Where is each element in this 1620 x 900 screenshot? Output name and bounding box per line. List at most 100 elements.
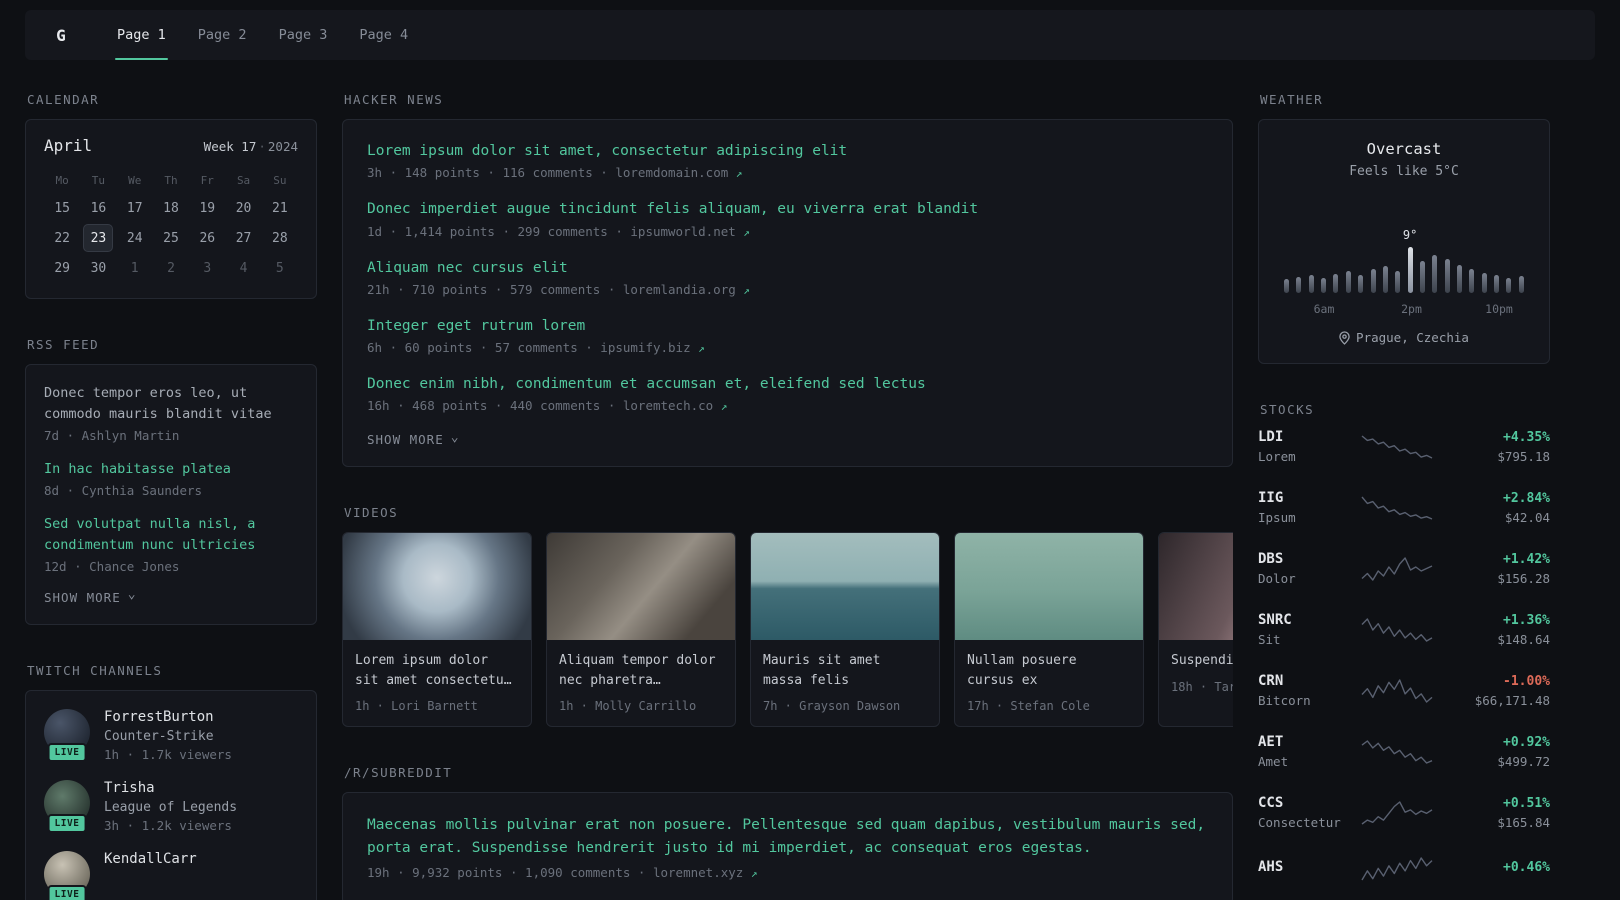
tab-page-4[interactable]: Page 4	[343, 10, 424, 60]
stock-id: LDI Lorem	[1258, 429, 1340, 464]
stock-row[interactable]: LDI Lorem +4.35% $795.18	[1258, 429, 1550, 464]
hn-item-title[interactable]: Aliquam nec cursus elit	[367, 258, 1208, 278]
hn-domain-link[interactable]: ipsumworld.net	[630, 224, 735, 239]
calendar-weekday: Th	[164, 174, 178, 187]
hn-item-title[interactable]: Donec enim nibh, condimentum et accumsan…	[367, 374, 1208, 394]
stock-row[interactable]: IIG Ipsum +2.84% $42.04	[1258, 490, 1550, 525]
calendar-weekday: We	[128, 174, 142, 187]
stock-change: +0.51%	[1503, 795, 1550, 811]
weather-bar	[1370, 269, 1376, 293]
app-logo[interactable]: G	[35, 10, 87, 60]
stock-price: $42.04	[1504, 509, 1550, 525]
weather-condition: Overcast	[1366, 140, 1442, 158]
video-thumbnail[interactable]	[751, 533, 939, 641]
calendar-grid: Mo Tu We Th Fr Sa Su 15 16 17 18 19 20 21 22 23 24 25 26 27…	[44, 167, 298, 282]
stock-name: Amet	[1258, 754, 1289, 769]
hn-meta-text: 21h · 710 points · 579 comments ·	[367, 281, 623, 297]
weather-bar: 9°	[1403, 228, 1417, 293]
video-title[interactable]: Suspendisse diam	[1171, 651, 1233, 671]
hn-domain-link[interactable]: loremlandia.org	[623, 282, 736, 297]
calendar-day: 27	[235, 230, 252, 246]
calendar-year: 2024	[267, 139, 298, 154]
rss-item-title[interactable]: Donec tempor eros leo, ut commodo mauris…	[44, 383, 298, 425]
stock-price: $66,171.48	[1474, 692, 1550, 708]
hn-domain-link[interactable]: ipsumify.biz	[600, 340, 690, 355]
calendar-week-label: Week 17 · 2024	[204, 139, 298, 154]
hn-item-meta: 3h · 148 points · 116 comments · loremdo…	[367, 165, 1208, 180]
channel-name: ForrestBurton	[104, 708, 214, 725]
hn-domain-link[interactable]: loremtech.co	[623, 398, 713, 413]
stock-name: Dolor	[1258, 571, 1296, 586]
tab-page-1[interactable]: Page 1	[101, 10, 182, 60]
hn-item-title[interactable]: Integer eget rutrum lorem	[367, 316, 1208, 336]
video-title[interactable]: Nullam posuere cursus ex	[967, 651, 1131, 690]
video-thumbnail[interactable]	[955, 533, 1143, 641]
rss-item-title[interactable]: In hac habitasse platea	[44, 459, 298, 480]
hn-item-title[interactable]: Lorem ipsum dolor sit amet, consectetur …	[367, 141, 1208, 161]
twitch-channel-row[interactable]: LIVE ForrestBurton Counter-Strike 1h · 1…	[44, 708, 298, 762]
reddit-card: Maecenas mollis pulvinar erat non posuer…	[342, 792, 1233, 900]
tab-page-2[interactable]: Page 2	[182, 10, 263, 60]
external-link-icon[interactable]: ↗	[698, 342, 705, 355]
external-link-icon[interactable]: ↗	[751, 867, 758, 880]
external-link-icon[interactable]: ↗	[743, 226, 750, 239]
stock-id: CCS Consectetur	[1258, 795, 1341, 830]
live-badge: LIVE	[47, 813, 87, 833]
weather-times: 6am 2pm 10pm	[1279, 302, 1529, 317]
stock-row[interactable]: SNRC Sit +1.36% $148.64	[1258, 612, 1550, 647]
external-link-icon[interactable]: ↗	[721, 400, 728, 413]
reddit-post-title[interactable]: Maecenas mollis pulvinar erat non posuer…	[367, 814, 1208, 859]
hn-domain-link[interactable]: loremdomain.com	[615, 165, 728, 180]
stock-values: +0.51% $165.84	[1454, 796, 1550, 830]
calendar-day: 1	[130, 260, 139, 276]
video-thumbnail[interactable]	[343, 533, 531, 641]
hn-item-meta: 1d · 1,414 points · 299 comments · ipsum…	[367, 224, 1208, 239]
hn-item: Donec imperdiet augue tincidunt felis al…	[367, 199, 1208, 238]
rss-item-title[interactable]: Sed volutpat nulla nisl, a condimentum n…	[44, 514, 298, 556]
calendar-weekday: Mo	[55, 174, 69, 187]
weather-bar	[1308, 275, 1314, 293]
calendar-weekday: Tu	[91, 174, 106, 187]
video-thumbnail[interactable]	[547, 533, 735, 641]
avatar-wrap: LIVE	[44, 708, 90, 762]
stock-row[interactable]: AET Amet +0.92% $499.72	[1258, 734, 1550, 769]
stock-ticker: AHS	[1258, 859, 1284, 875]
twitch-channel-row[interactable]: LIVE KendallCarr	[44, 850, 298, 900]
twitch-section: TWITCH CHANNELS LIVE ForrestBurton Count…	[25, 663, 317, 900]
calendar-day: 4	[239, 260, 248, 276]
hn-item: Lorem ipsum dolor sit amet, consectetur …	[367, 141, 1208, 180]
stock-ticker: IIG	[1258, 490, 1284, 506]
channel-category: League of Legends	[104, 799, 238, 815]
calendar-day: 30	[90, 260, 107, 276]
stock-row[interactable]: CCS Consectetur +0.51% $165.84	[1258, 795, 1550, 830]
video-thumbnail[interactable]	[1159, 533, 1233, 641]
video-title[interactable]: Aliquam tempor dolor nec pharetra…	[559, 651, 723, 690]
stock-id: CRN Bitcorn	[1258, 673, 1340, 708]
reddit-domain-link[interactable]: loremnet.xyz	[653, 865, 743, 880]
video-card: Mauris sit amet massa felis 7h · Grayson…	[750, 532, 940, 728]
stock-row[interactable]: DBS Dolor +1.42% $156.28	[1258, 551, 1550, 586]
stock-row[interactable]: AHS +0.46%	[1258, 856, 1550, 882]
hn-show-more-button[interactable]: SHOW MORE ⌄	[367, 431, 460, 448]
twitch-channel-row[interactable]: LIVE Trisha League of Legends 3h · 1.2k …	[44, 779, 298, 833]
hn-item-title[interactable]: Donec imperdiet augue tincidunt felis al…	[367, 199, 1208, 219]
middle-column: HACKER NEWS Lorem ipsum dolor sit amet, …	[342, 92, 1233, 900]
video-card: Suspendisse diam 18h · Tara	[1158, 532, 1233, 728]
weather-bar	[1481, 273, 1487, 293]
stock-id: IIG Ipsum	[1258, 490, 1340, 525]
stock-price: $156.28	[1497, 570, 1550, 586]
stock-values: +0.46%	[1454, 860, 1550, 879]
weather-bar	[1345, 271, 1351, 293]
external-link-icon[interactable]: ↗	[743, 284, 750, 297]
rss-item: Donec tempor eros leo, ut commodo mauris…	[44, 383, 298, 443]
weather-location: Prague, Czechia	[1279, 330, 1529, 345]
stock-row[interactable]: CRN Bitcorn -1.00% $66,171.48	[1258, 673, 1550, 708]
tab-page-3[interactable]: Page 3	[263, 10, 344, 60]
external-link-icon[interactable]: ↗	[736, 167, 743, 180]
video-title[interactable]: Mauris sit amet massa felis	[763, 651, 927, 690]
video-body: Lorem ipsum dolor sit amet consectetu… 1…	[343, 640, 531, 726]
rss-show-more-button[interactable]: SHOW MORE ⌄	[44, 588, 137, 605]
stock-name: Sit	[1258, 632, 1281, 647]
video-title[interactable]: Lorem ipsum dolor sit amet consectetu…	[355, 651, 519, 690]
weather-bar	[1382, 266, 1388, 293]
